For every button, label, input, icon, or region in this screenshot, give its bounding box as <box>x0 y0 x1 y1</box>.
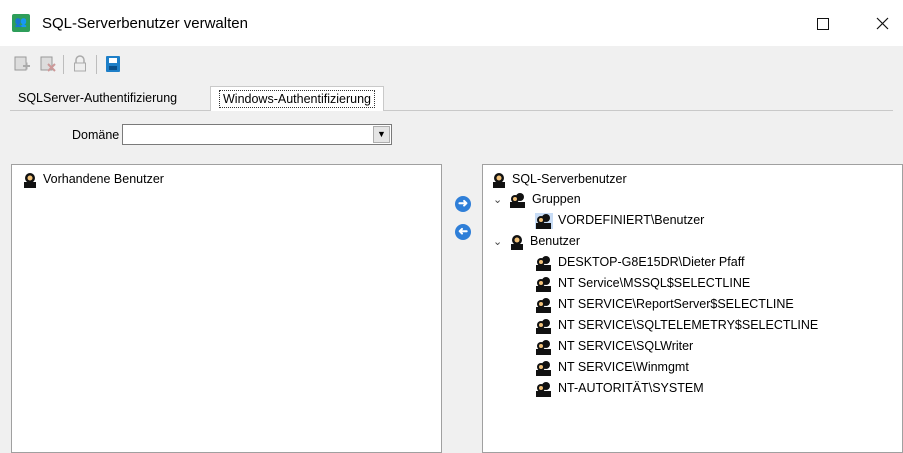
user-icon <box>536 297 551 313</box>
tree-item-user[interactable]: NT SERVICE\ReportServer$SELECTLINE <box>535 294 794 314</box>
lock-icon <box>74 55 86 72</box>
delete-user-button[interactable] <box>38 54 58 74</box>
tree-node-users[interactable]: Benutzer <box>509 231 580 251</box>
tab-windows-auth[interactable]: Windows-Authentifizierung <box>210 86 384 111</box>
save-button[interactable] <box>103 54 123 74</box>
user-icon <box>536 339 551 355</box>
tree-item-user[interactable]: NT SERVICE\SQLWriter <box>535 336 693 356</box>
add-to-sql-users-button[interactable]: ➜ <box>455 196 471 212</box>
tree-item-user[interactable]: DESKTOP-G8E15DR\Dieter Pfaff <box>535 252 744 272</box>
tab-sqlserver-auth[interactable]: SQLServer-Authentifizierung <box>10 86 185 110</box>
user-group-icon <box>510 192 525 208</box>
user-icon <box>536 276 551 292</box>
toolbar-separator <box>63 55 64 74</box>
tree-root-sql-server-users[interactable]: SQL-Serverbenutzer <box>491 169 627 189</box>
tab-underline <box>10 110 893 111</box>
delete-user-icon <box>40 56 56 72</box>
tree-item-user[interactable]: NT Service\MSSQL$SELECTLINE <box>535 273 750 293</box>
user-group-icon <box>535 212 553 229</box>
user-icon <box>536 381 551 397</box>
chevron-down-icon[interactable]: ⌄ <box>493 235 502 248</box>
maximize-button[interactable] <box>803 9 843 39</box>
users-app-icon: 👥 <box>12 14 30 32</box>
close-button[interactable] <box>862 9 902 39</box>
user-icon <box>536 360 551 376</box>
window-title: SQL-Serverbenutzer verwalten <box>42 15 248 32</box>
tree-item-group[interactable]: VORDEFINIERT\Benutzer <box>535 210 704 230</box>
tree-item-user[interactable]: NT SERVICE\Winmgmt <box>535 357 689 377</box>
chevron-down-icon[interactable]: ⌄ <box>493 193 502 206</box>
user-icon <box>536 318 551 334</box>
add-user-icon <box>14 56 30 71</box>
toolbar-separator <box>96 55 97 74</box>
arrow-left-icon: ➜ <box>457 224 469 238</box>
user-icon <box>511 234 523 250</box>
available-users-tree[interactable]: Vorhandene Benutzer <box>11 164 442 453</box>
domain-select[interactable]: ▼ <box>122 124 392 145</box>
dropdown-arrow-icon[interactable]: ▼ <box>373 126 390 143</box>
tree-root-available-users[interactable]: Vorhandene Benutzer <box>22 169 164 189</box>
user-icon <box>536 255 551 271</box>
close-icon <box>876 17 888 30</box>
user-icon <box>493 172 505 188</box>
tree-item-user[interactable]: NT SERVICE\SQLTELEMETRY$SELECTLINE <box>535 315 818 335</box>
arrow-right-icon: ➜ <box>457 196 469 210</box>
add-user-button[interactable] <box>12 54 32 74</box>
domain-label: Domäne <box>72 128 120 142</box>
maximize-icon <box>817 18 829 30</box>
lock-button[interactable] <box>70 54 90 74</box>
sql-server-users-tree[interactable]: SQL-Serverbenutzer ⌄ Gruppen VORDEFINIER… <box>482 164 903 453</box>
remove-from-sql-users-button[interactable]: ➜ <box>455 224 471 240</box>
tree-item-user[interactable]: NT-AUTORITÄT\SYSTEM <box>535 378 704 398</box>
tree-node-groups[interactable]: Gruppen <box>509 189 581 209</box>
user-icon <box>24 172 36 188</box>
save-icon <box>106 56 120 72</box>
